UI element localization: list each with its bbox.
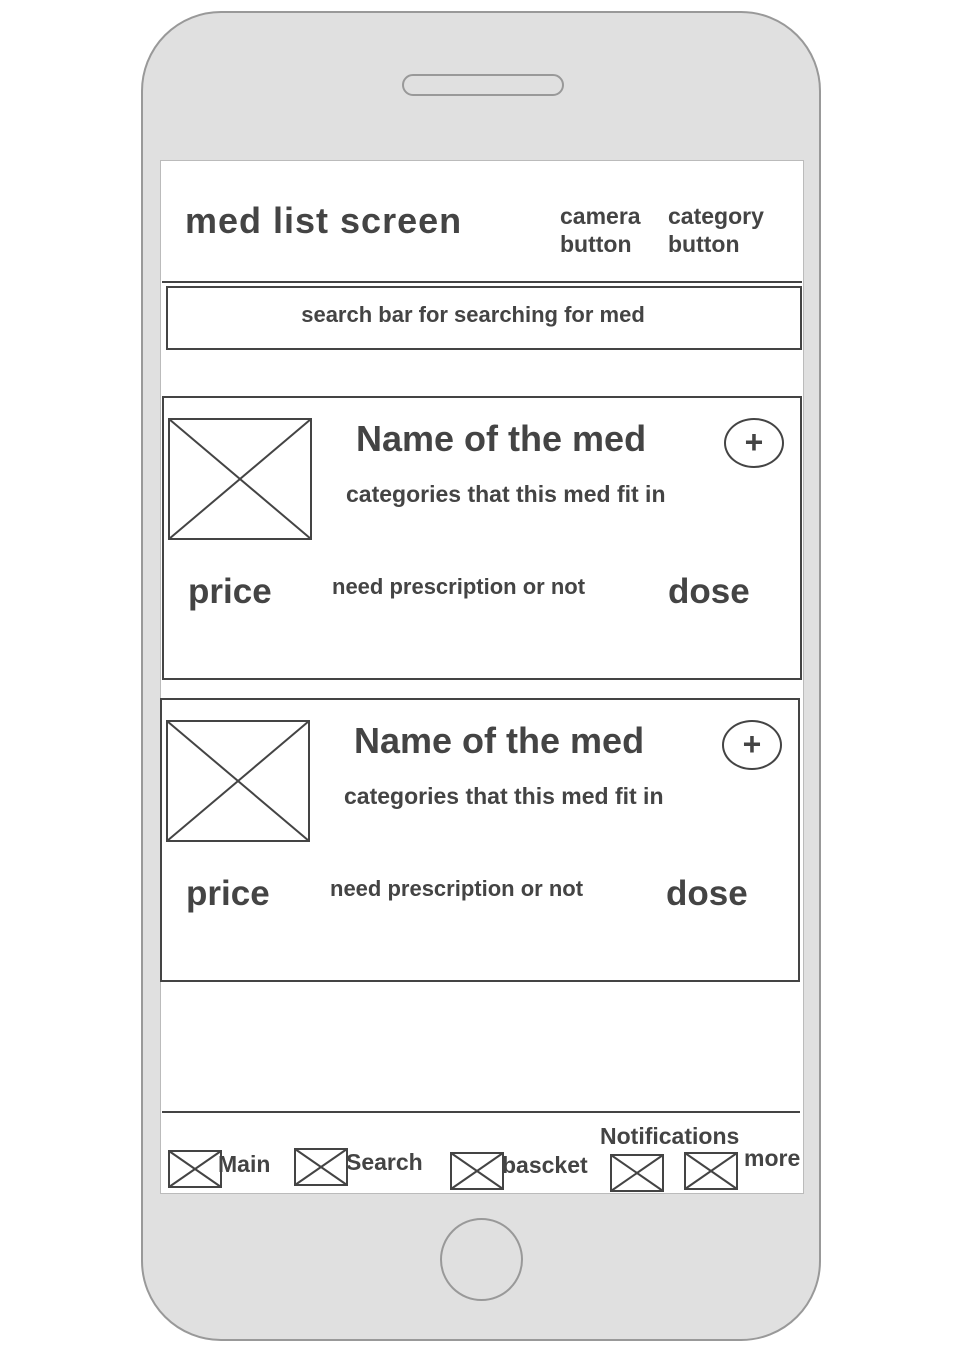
header-divider	[162, 281, 802, 283]
nav-label-more: more	[744, 1145, 801, 1171]
category-button[interactable]: category button	[668, 202, 764, 258]
add-to-basket-button[interactable]: +	[722, 720, 782, 770]
med-dose: dose	[666, 874, 748, 913]
camera-button-line1: camera	[560, 203, 641, 229]
nav-label-basket: bascket	[502, 1152, 588, 1178]
search-icon	[294, 1148, 348, 1186]
main-icon	[168, 1150, 222, 1188]
med-prescription: need prescription or not	[330, 876, 584, 901]
basket-icon	[450, 1152, 504, 1190]
category-button-line1: category	[668, 203, 764, 229]
add-to-basket-button[interactable]: +	[724, 418, 784, 468]
camera-button-line2: button	[560, 231, 632, 257]
notifications-icon	[610, 1154, 664, 1192]
nav-label-notifications: Notifications	[600, 1123, 740, 1149]
med-image-icon	[166, 720, 310, 842]
med-prescription: need prescription or not	[332, 574, 586, 599]
nav-label-search: Search	[346, 1149, 423, 1175]
page-title: med list screen	[185, 200, 463, 241]
med-categories: categories that this med fit in	[346, 481, 666, 507]
more-icon	[684, 1152, 738, 1190]
med-price: price	[188, 572, 272, 611]
med-name: Name of the med	[356, 418, 647, 459]
phone-speaker	[402, 74, 564, 96]
camera-button[interactable]: camera button	[560, 202, 641, 258]
med-name: Name of the med	[354, 720, 645, 761]
med-categories: categories that this med fit in	[344, 783, 664, 809]
search-input[interactable]: search bar for searching for med	[166, 286, 802, 350]
med-dose: dose	[668, 572, 750, 611]
home-button[interactable]	[440, 1218, 523, 1301]
med-price: price	[186, 874, 270, 913]
search-placeholder: search bar for searching for med	[301, 302, 645, 327]
nav-label-main: Main	[218, 1151, 271, 1177]
category-button-line2: button	[668, 231, 740, 257]
med-image-icon	[168, 418, 312, 540]
nav-divider	[162, 1111, 800, 1113]
